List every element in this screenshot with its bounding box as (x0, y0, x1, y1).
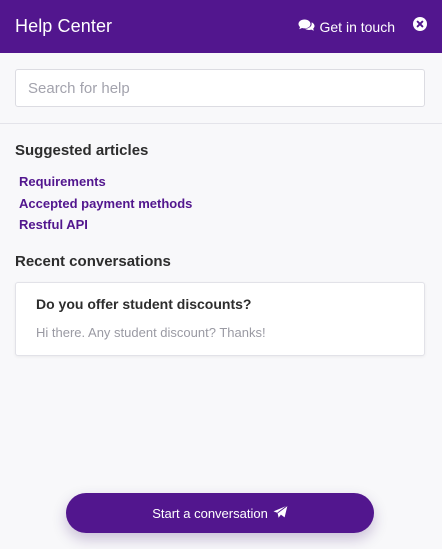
search-input[interactable] (15, 69, 425, 107)
article-link-requirements[interactable]: Requirements (19, 174, 106, 189)
get-in-touch-button[interactable]: Get in touch (298, 18, 396, 35)
suggested-articles-list: Requirements Accepted payment methods Re… (19, 174, 192, 239)
header-actions: Get in touch (298, 17, 427, 36)
start-conversation-button[interactable]: Start a conversation (66, 493, 374, 533)
conversation-card[interactable]: Do you offer student discounts? Hi there… (15, 282, 425, 356)
paper-plane-icon (268, 504, 288, 522)
article-link-restful-api[interactable]: Restful API (19, 217, 88, 232)
conversation-title: Do you offer student discounts? (36, 296, 252, 312)
header-title: Help Center (15, 16, 113, 36)
list-item: Requirements (19, 174, 192, 196)
help-center-header: Help Center Get in touch (0, 0, 442, 53)
list-item: Restful API (19, 217, 192, 239)
start-conversation-label: Start a conversation (152, 505, 268, 521)
chat-bubbles-icon (298, 19, 320, 35)
close-circle-icon (413, 17, 427, 36)
suggested-articles-heading: Suggested articles (15, 142, 149, 159)
recent-conversations-heading: Recent conversations (15, 253, 171, 270)
search-section (0, 53, 442, 124)
get-in-touch-label: Get in touch (319, 18, 396, 35)
conversation-preview: Hi there. Any student discount? Thanks! (36, 325, 266, 340)
close-button[interactable] (413, 17, 427, 36)
article-link-accepted-payment-methods[interactable]: Accepted payment methods (19, 196, 192, 211)
list-item: Accepted payment methods (19, 196, 192, 218)
